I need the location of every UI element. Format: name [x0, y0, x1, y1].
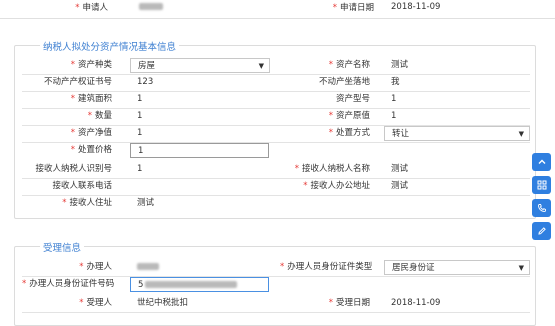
apply-date-label: 申请日期: [339, 3, 374, 13]
disposal-price-label: 处置价格: [77, 145, 112, 155]
receiver-taxid-label: 接收人纳税人识别号: [35, 164, 112, 174]
handler-value: [130, 260, 270, 275]
asset-model-value[interactable]: 1: [384, 92, 530, 107]
row-disposal-price: * 处置价格 1: [22, 142, 530, 159]
dropdown-caret-icon: ▼: [518, 264, 524, 272]
row-asset-net: * 资产净值 1 * 处置方式 转让 ▼: [22, 125, 530, 143]
property-cert-value[interactable]: 123: [130, 75, 270, 90]
apply-date-value: 2018-11-09: [391, 2, 441, 12]
property-cert-label: 不动产产权证书号: [43, 77, 112, 87]
row-asset-type: * 资产种类 房屋 ▼ * 资产名称 测试: [22, 57, 530, 75]
applicant-value: [132, 0, 262, 15]
row-quantity: * 数量 1 * 资产原值 1: [22, 108, 530, 126]
row-receiver-taxid: 接收人纳税人识别号 1 * 接收人纳税人名称 测试: [22, 161, 530, 179]
asset-original-value[interactable]: 1: [384, 109, 530, 124]
asset-type-label: 资产种类: [77, 60, 112, 70]
receiver-office-label: 接收人办公地址: [310, 181, 370, 191]
disposal-method-select[interactable]: 转让 ▼: [384, 126, 530, 141]
receiver-taxname-value[interactable]: 测试: [384, 162, 530, 177]
receiver-address-label: 接收人住址: [69, 198, 112, 208]
receiver-office-value[interactable]: 测试: [384, 179, 530, 194]
accept-section-title: 受理信息: [40, 240, 85, 254]
receiver-taxid-value[interactable]: 1: [130, 162, 270, 177]
row-receiver-phone: 接收人联系电话 * 接收人办公地址 测试: [22, 178, 530, 196]
row-building-area: * 建筑面积 1 资产型号 1: [22, 91, 530, 109]
applicant-label-wrap: * 申请人: [75, 3, 108, 13]
handler-id-type-value: 居民身份证: [392, 263, 435, 273]
accept-date-value: 2018-11-09: [391, 298, 441, 308]
phone-icon[interactable]: [532, 199, 551, 217]
redacted-name: [137, 263, 159, 270]
handler-id-no-prefix: 5: [138, 280, 144, 290]
receiver-address-value[interactable]: 测试: [130, 196, 270, 211]
property-location-label: 不动产坐落地: [318, 77, 370, 87]
receiver-phone-value[interactable]: [130, 179, 270, 194]
arrow-up-icon[interactable]: [532, 153, 551, 171]
building-area-value[interactable]: 1: [130, 92, 270, 107]
asset-model-label: 资产型号: [335, 94, 370, 104]
asset-name-label: 资产名称: [335, 60, 370, 70]
asset-original-label: 资产原值: [335, 111, 370, 121]
asset-net-label: 资产净值: [77, 128, 112, 138]
disposal-method-value: 转让: [392, 129, 410, 139]
quantity-value[interactable]: 1: [130, 109, 270, 124]
disposal-price-input[interactable]: 1: [130, 143, 269, 158]
handler-id-no-input[interactable]: 5: [130, 277, 269, 292]
applicant-label: 申请人: [82, 3, 108, 13]
apply-date-label-wrap: * 申请日期: [332, 3, 374, 13]
grid-icon[interactable]: [532, 176, 551, 194]
row-property-cert: 不动产产权证书号 123 不动产坐落地 我: [22, 74, 530, 92]
receiver-taxname-label: 接收人纳税人名称: [301, 164, 370, 174]
receiver-phone-label: 接收人联系电话: [52, 181, 112, 191]
accept-date-label: 受理日期: [335, 298, 370, 308]
asset-section-title: 纳税人拟处分资产情况基本信息: [40, 39, 180, 53]
building-area-label: 建筑面积: [77, 94, 112, 104]
asset-type-value: 房屋: [138, 61, 156, 71]
row-handler: * 办理人 * 办理人员身份证件类型 居民身份证 ▼: [22, 259, 530, 277]
edit-icon[interactable]: [532, 222, 551, 240]
disposal-method-label: 处置方式: [335, 128, 370, 138]
acceptor-label: 受理人: [86, 298, 112, 308]
asset-name-value[interactable]: 测试: [384, 58, 530, 73]
row-handler-id-no: * 办理人员身份证件号码 5: [22, 276, 530, 293]
asset-type-select[interactable]: 房屋 ▼: [130, 58, 270, 73]
applicant-row: * 申请人 * 申请日期 2018-11-09: [0, 0, 555, 19]
dropdown-caret-icon: ▼: [258, 62, 264, 70]
handler-id-type-select[interactable]: 居民身份证 ▼: [384, 260, 530, 275]
redacted-name: [139, 3, 163, 10]
handler-id-no-label: 办理人员身份证件号码: [29, 279, 115, 289]
row-acceptor: * 受理人 世纪中税批扣 * 受理日期 2018-11-09: [22, 295, 530, 313]
row-receiver-address: * 接收人住址 测试: [22, 195, 530, 212]
handler-label: 办理人: [86, 262, 112, 272]
redacted-id: [145, 281, 238, 288]
property-location-value[interactable]: 我: [384, 75, 530, 90]
acceptor-value: 世纪中税批扣: [137, 298, 189, 308]
quantity-label: 数量: [94, 111, 112, 121]
asset-net-value[interactable]: 1: [130, 126, 270, 141]
handler-id-type-label: 办理人员身份证件类型: [287, 262, 373, 272]
dropdown-caret-icon: ▼: [518, 130, 524, 138]
